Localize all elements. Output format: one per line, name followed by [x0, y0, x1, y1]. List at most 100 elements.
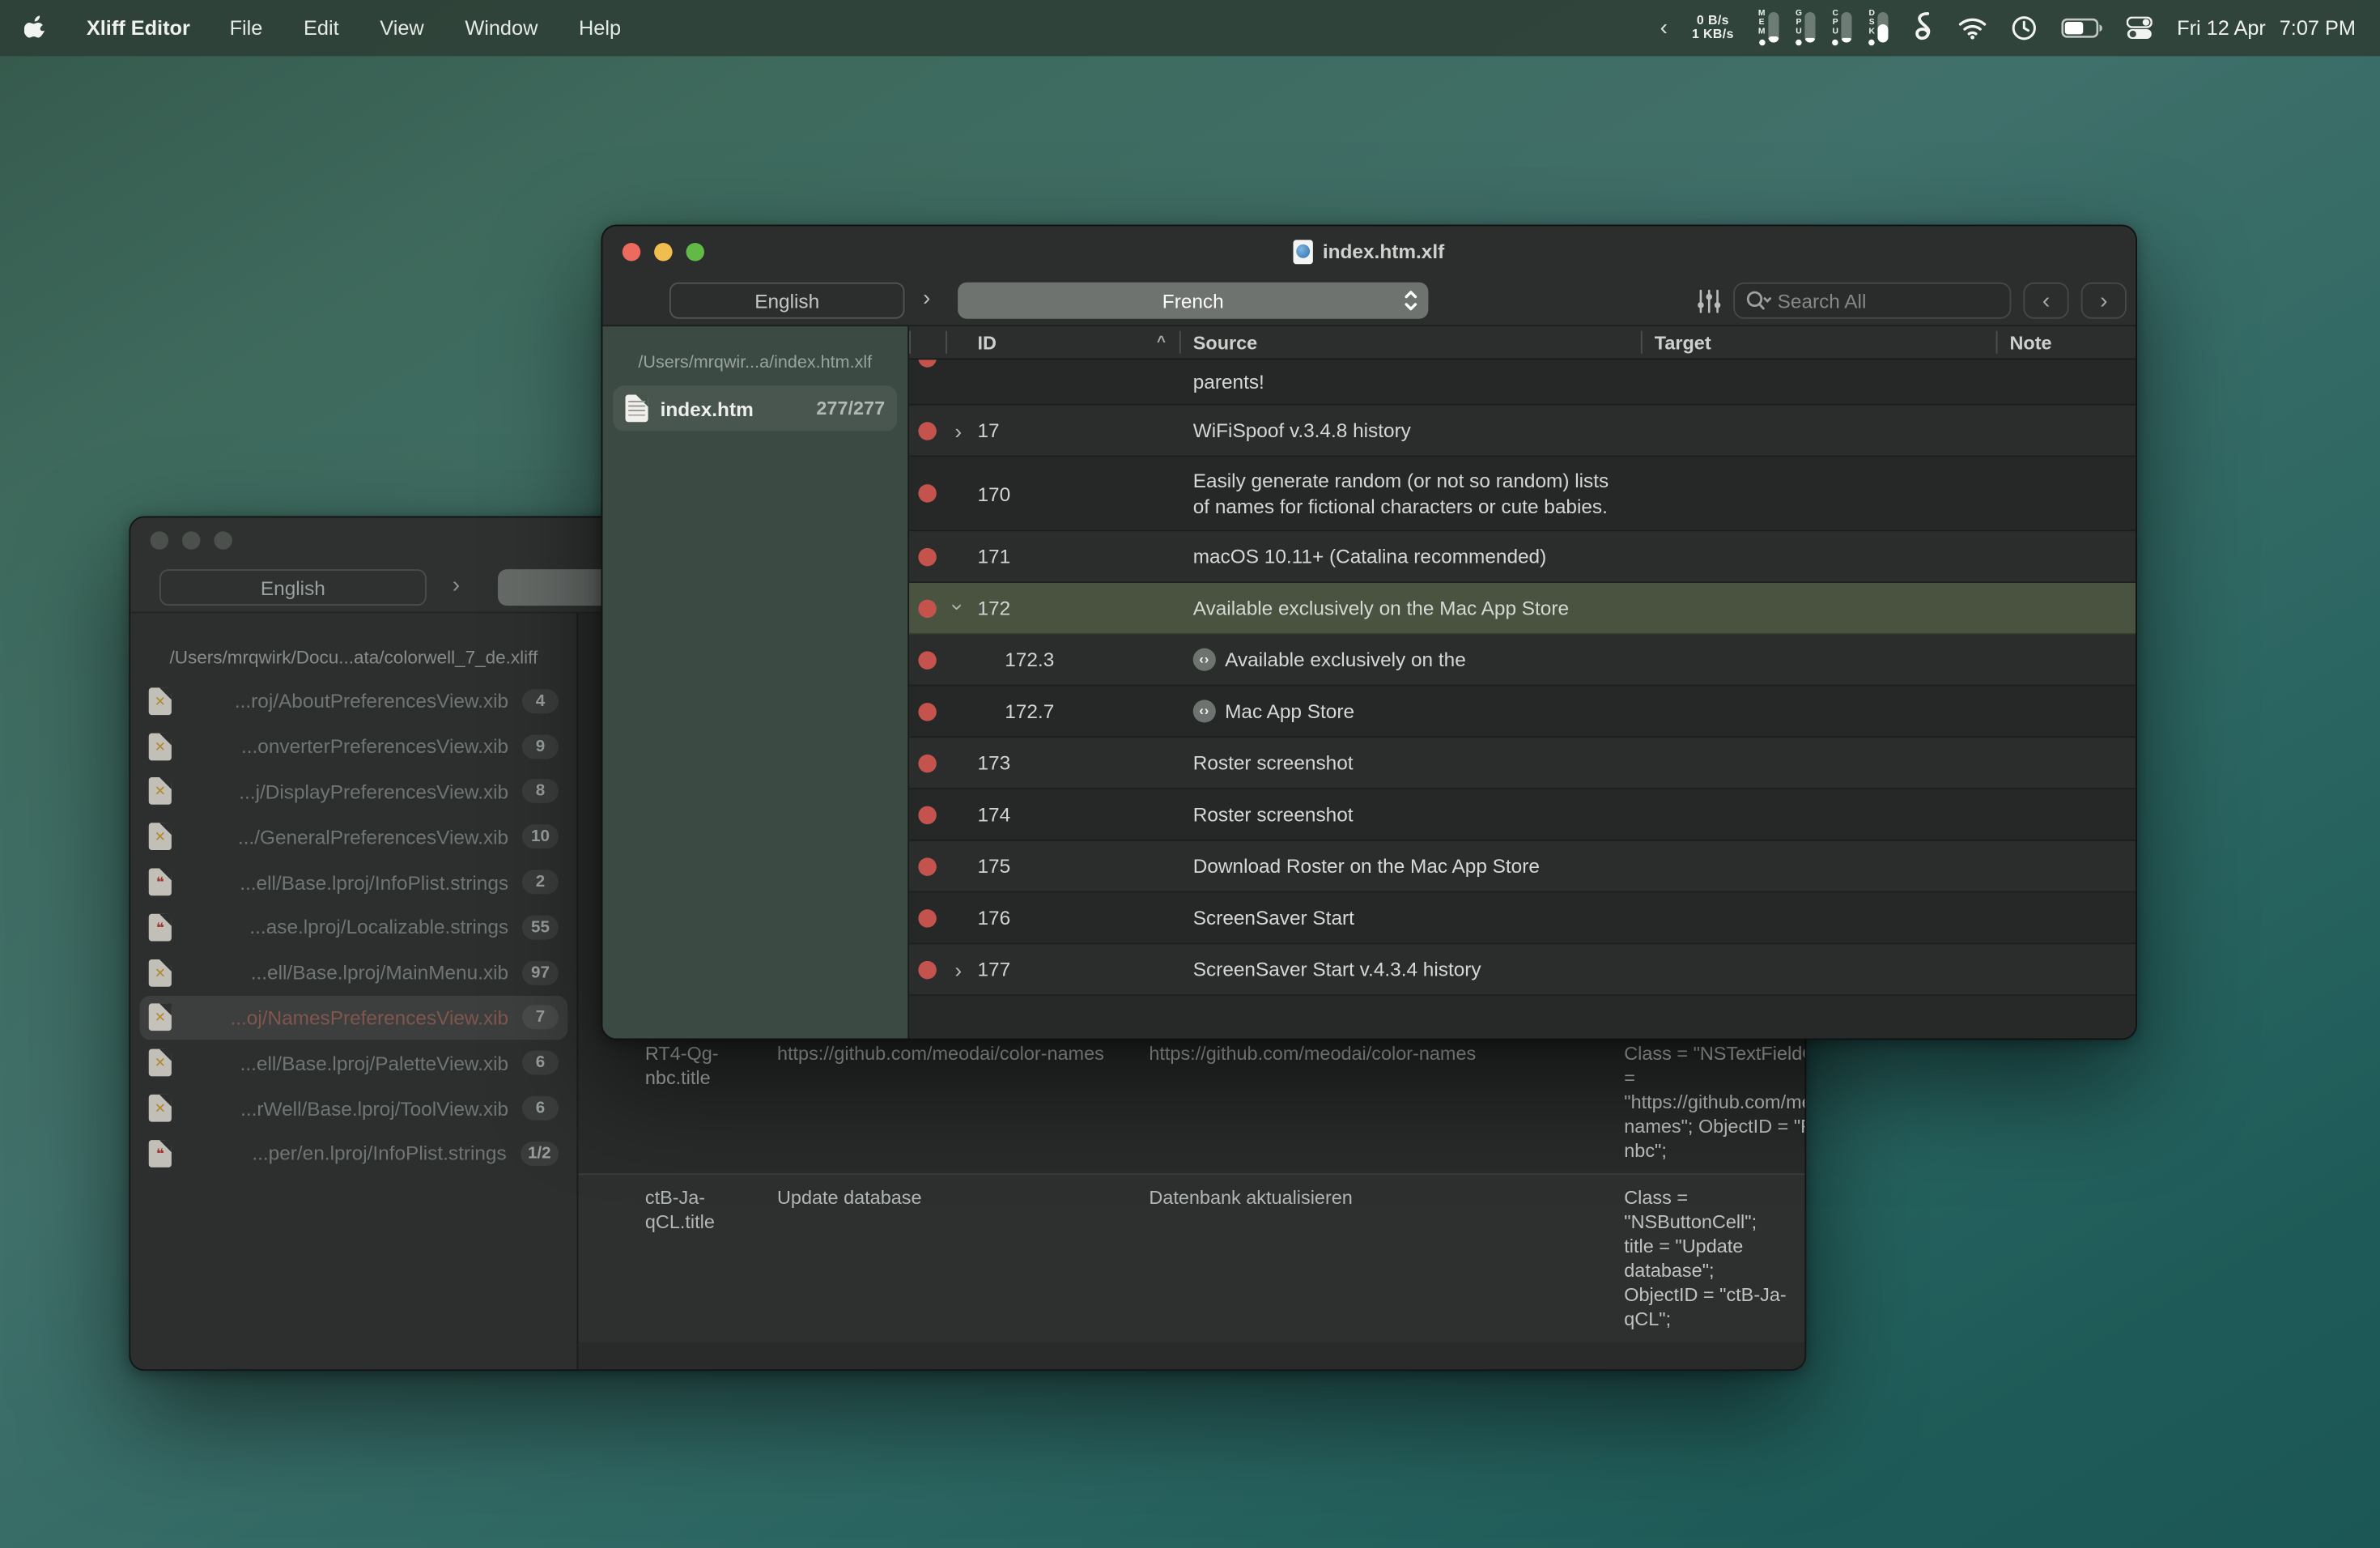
disclosure-icon[interactable]: ›: [954, 419, 962, 440]
segment-source: Roster screenshot: [1193, 802, 1354, 827]
menubar-collapse-icon[interactable]: ‹: [1660, 15, 1668, 41]
file-list-item[interactable]: ...ell/Base.lproj/PaletteView.xib 6: [140, 1040, 568, 1086]
segment-row[interactable]: 175 Download Roster on the Mac App Store: [909, 841, 2136, 893]
segment-row[interactable]: 173 Roster screenshot: [909, 738, 2136, 789]
file-name: ...rWell/Base.lproj/ToolView.xib: [185, 1097, 508, 1120]
segment-source: macOS 10.11+ (Catalina recommended): [1193, 543, 1546, 569]
file-list-item[interactable]: ...onverterPreferencesView.xib 9: [140, 724, 568, 769]
minimize-button[interactable]: [182, 531, 201, 550]
next-button[interactable]: ›: [2081, 283, 2127, 319]
segment-row[interactable]: 172.7 ‹› Mac App Store: [909, 687, 2136, 738]
segment-id: 172: [978, 597, 1011, 619]
file-type-icon: [149, 1095, 172, 1122]
file-list-item[interactable]: ...j/DisplayPreferencesView.xib 8: [140, 769, 568, 814]
menu-app-name[interactable]: Xliff Editor: [87, 17, 190, 40]
cell-source: Update database: [777, 1185, 1133, 1210]
segment-row[interactable]: 174 Roster screenshot: [909, 789, 2136, 841]
network-speed[interactable]: 0 B/s 1 KB/s: [1692, 14, 1734, 43]
segment-row[interactable]: 176 ScreenSaver Start: [909, 893, 2136, 945]
file-list-item[interactable]: ...rWell/Base.lproj/ToolView.xib 6: [140, 1086, 568, 1131]
apple-menu-icon[interactable]: [24, 15, 47, 41]
target-language-dropdown[interactable]: French: [958, 283, 1428, 319]
filter-icon[interactable]: [1697, 287, 1721, 313]
segment-row[interactable]: 170 Easily generate random (or not so ra…: [909, 457, 2136, 531]
gauge-gpu[interactable]: GPU: [1796, 11, 1816, 45]
file-type-icon: [149, 1140, 172, 1167]
status-dot-icon: [918, 908, 937, 927]
segment-row[interactable]: 171 macOS 10.11+ (Catalina recommended): [909, 531, 2136, 583]
file-list-item[interactable]: ...ase.lproj/Localizable.strings 55: [140, 904, 568, 950]
close-button[interactable]: [151, 531, 169, 550]
status-dot-icon: [918, 484, 937, 503]
cell-note: Class = "NSTextFieldCell" ; title = "htt…: [1624, 1041, 1804, 1163]
segment-source: parents!: [1193, 369, 1264, 395]
zoom-button[interactable]: [214, 531, 232, 550]
menu-edit[interactable]: Edit: [304, 17, 339, 40]
control-center-icon[interactable]: [2127, 17, 2153, 40]
menubar-date[interactable]: Fri 12 Apr: [2177, 17, 2266, 40]
menu-window[interactable]: Window: [465, 17, 538, 40]
minimize-button[interactable]: [654, 242, 673, 261]
segment-count-badge: 2: [522, 870, 559, 895]
file-type-icon: [149, 914, 172, 942]
file-list-item[interactable]: ...ell/Base.lproj/InfoPlist.strings 2: [140, 860, 568, 905]
segment-id: 174: [978, 803, 1011, 826]
file-list-item[interactable]: ...per/en.lproj/InfoPlist.strings 1/2: [140, 1131, 568, 1176]
file-list-item-selected[interactable]: index.htm 277/277: [614, 385, 898, 431]
document-icon: [1294, 239, 1313, 263]
menu-view[interactable]: View: [380, 17, 423, 40]
file-type-icon: [149, 687, 172, 715]
gauge-mem[interactable]: MEM: [1758, 11, 1779, 45]
status-squiggle-icon[interactable]: [1913, 11, 1934, 45]
cell-source: https://github.com/meodai/color-names: [777, 1041, 1133, 1065]
front-window-titlebar: index.htm.xlf: [602, 226, 2136, 276]
back-window-sidebar: /Users/mrqwirk/Docu...ata/colorwell_7_de…: [130, 614, 578, 1370]
column-header-target[interactable]: Target: [1641, 326, 1996, 358]
search-field[interactable]: [1733, 283, 2011, 319]
zoom-button[interactable]: [686, 242, 705, 261]
segment-row[interactable]: 172.3 ‹› Available exclusively on the: [909, 635, 2136, 687]
inline-tag-icon: ‹›: [1193, 700, 1216, 722]
wifi-icon[interactable]: [1958, 17, 1987, 40]
close-button[interactable]: [623, 242, 641, 261]
menu-help[interactable]: Help: [579, 17, 621, 40]
front-window[interactable]: index.htm.xlf English › French: [601, 225, 2138, 1040]
segment-id: 17: [978, 419, 1000, 442]
column-header-id[interactable]: ID ^: [946, 326, 1179, 358]
segment-count-badge: 4: [522, 689, 559, 713]
file-name: ...ase.lproj/Localizable.strings: [185, 916, 508, 938]
disclosure-icon[interactable]: ›: [948, 602, 969, 610]
gauge-cpu[interactable]: CPU: [1832, 11, 1851, 45]
time-machine-icon[interactable]: [2012, 15, 2038, 41]
segment-row[interactable]: › 172 Available exclusively on the Mac A…: [909, 583, 2136, 635]
menubar-time[interactable]: 7:07 PM: [2280, 17, 2356, 40]
system-gauges[interactable]: MEM GPU CPU DSK: [1758, 11, 1889, 45]
previous-button[interactable]: ‹: [2023, 283, 2068, 319]
segment-row[interactable]: parents!: [909, 359, 2136, 405]
segment-count-badge: 8: [522, 780, 559, 804]
file-list-item[interactable]: ...oj/NamesPreferencesView.xib 7: [140, 995, 568, 1040]
segment-source: Roster screenshot: [1193, 750, 1354, 776]
table-row[interactable]: RT4-Qg-nbc.title https://github.com/meod…: [578, 1031, 1804, 1173]
segment-row[interactable]: › 17 WiFiSpoof v.3.4.8 history: [909, 406, 2136, 457]
column-header-source[interactable]: Source: [1179, 326, 1641, 358]
file-type-icon: [149, 959, 172, 986]
gauge-dsk[interactable]: DSK: [1868, 11, 1888, 45]
column-header-note[interactable]: Note: [1996, 326, 2136, 358]
segment-source: Easily generate random (or not so random…: [1193, 468, 1626, 520]
chevron-right-icon: ›: [923, 286, 930, 312]
file-name: ...ell/Base.lproj/InfoPlist.strings: [185, 870, 508, 893]
file-type-icon: [626, 395, 648, 423]
file-list-item[interactable]: ...ell/Base.lproj/MainMenu.xib 97: [140, 950, 568, 995]
segment-id: 176: [978, 906, 1011, 929]
file-list-item[interactable]: .../GeneralPreferencesView.xib 10: [140, 814, 568, 860]
table-row[interactable]: ctB-Ja-qCL.title Update database Datenba…: [578, 1173, 1804, 1342]
search-input[interactable]: [1778, 289, 2000, 312]
file-list-item[interactable]: ...roj/AboutPreferencesView.xib 4: [140, 678, 568, 724]
battery-icon[interactable]: [2062, 18, 2103, 37]
menu-file[interactable]: File: [230, 17, 263, 40]
disclosure-icon[interactable]: ›: [954, 959, 962, 980]
source-language-button[interactable]: English: [159, 569, 427, 606]
source-language-button[interactable]: English: [669, 283, 905, 319]
segment-row[interactable]: › 177 ScreenSaver Start v.4.3.4 history: [909, 944, 2136, 996]
